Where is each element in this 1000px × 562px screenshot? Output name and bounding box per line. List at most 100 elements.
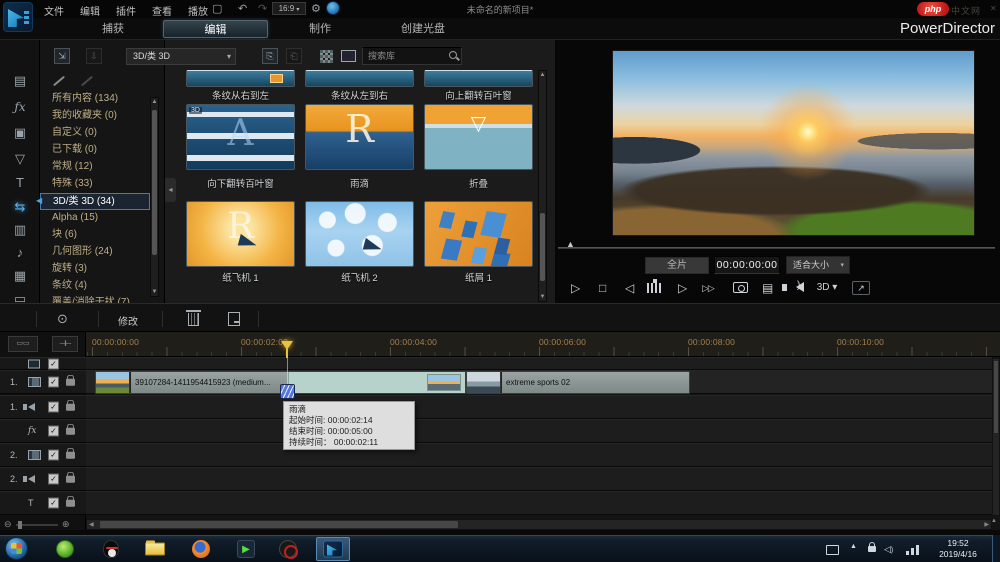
transition-thumb-纸屑 1[interactable] — [424, 201, 533, 267]
zoom-fit-dropdown[interactable]: 适合大小 ▾ — [786, 256, 850, 274]
transition-thumb-雨滴[interactable]: R — [305, 104, 414, 170]
track-enable-checkbox[interactable]: ✓ — [48, 474, 59, 485]
scroll-up-icon[interactable]: ▲ — [991, 518, 997, 524]
select-mode-icon[interactable]: ▢ — [212, 2, 222, 15]
taskbar-app-screen-recorder[interactable] — [271, 537, 305, 561]
transition-thumb-向下翻转百叶窗[interactable]: A3D — [186, 104, 295, 170]
category-3D/类 3D[interactable]: 3D/类 3D (34) — [40, 193, 150, 210]
transition-room-icon[interactable]: ⇆ — [8, 196, 32, 218]
menu-item-1[interactable]: 文件 — [44, 3, 64, 18]
taskbar-app-media-player[interactable]: ▶ — [229, 537, 263, 561]
pen-icon[interactable] — [50, 74, 64, 88]
menu-item-3[interactable]: 插件 — [116, 3, 136, 18]
grid-view-icon[interactable] — [320, 50, 333, 63]
import-file-icon[interactable]: ⎘ — [262, 48, 278, 64]
track-lock-icon[interactable] — [66, 452, 75, 459]
menu-item-2[interactable]: 编辑 — [80, 3, 100, 18]
track-lock-icon[interactable] — [66, 500, 75, 507]
previous-frame-button[interactable]: ◁ — [625, 279, 634, 297]
category-块[interactable]: 块 (6) — [40, 227, 150, 244]
timeline-vscrollbar[interactable] — [992, 358, 1000, 516]
category-所有内容[interactable]: 所有内容 (134) — [40, 91, 150, 108]
collapse-panel-button[interactable]: ◂ — [165, 178, 176, 202]
taskbar-clock[interactable]: 19:52 2019/4/16 — [930, 538, 986, 560]
tray-expand-icon[interactable]: ▲ — [850, 543, 857, 550]
seek-marker-icon[interactable]: ▲ — [566, 239, 575, 249]
zoom-slider-knob[interactable] — [18, 521, 22, 529]
category-scrollbar[interactable]: ▲ ▼ — [150, 97, 159, 297]
scroll-down-icon[interactable]: ▼ — [539, 294, 546, 300]
track-enable-checkbox[interactable]: ✓ — [48, 358, 59, 369]
transition-overlap-region[interactable] — [288, 372, 465, 393]
scroll-right-icon[interactable]: ▶ — [984, 521, 989, 529]
search-input[interactable] — [366, 49, 446, 63]
taskbar-app-firefox[interactable] — [184, 537, 218, 561]
particle-room-icon[interactable]: ▽ — [8, 148, 32, 170]
timeline-clip-2[interactable]: extreme sports 02 — [466, 371, 690, 394]
zoom-out-icon[interactable]: ⊖ — [4, 519, 12, 530]
track-enable-checkbox[interactable]: ✓ — [48, 450, 59, 461]
settings-gear-icon[interactable]: ⚙ — [311, 2, 321, 15]
taskbar-app-browser-360[interactable] — [48, 537, 82, 561]
track-mode-button[interactable]: ▭▭ — [8, 336, 38, 352]
scroll-up-icon[interactable]: ▲ — [151, 99, 158, 105]
taskbar-app-powerdirector[interactable] — [316, 537, 350, 561]
track-lane-title-T[interactable] — [86, 491, 992, 515]
category-Alpha[interactable]: Alpha (15) — [40, 210, 150, 227]
preview-video[interactable] — [612, 50, 975, 236]
security-tray-icon[interactable] — [868, 546, 876, 552]
display-options-icon[interactable] — [341, 50, 356, 62]
tab-编辑[interactable]: 编辑 — [163, 20, 268, 38]
taskbar-app-qq[interactable] — [94, 537, 128, 561]
stop-button[interactable]: □ — [599, 279, 606, 297]
media-viewer-button[interactable]: ▤ — [762, 279, 773, 297]
zoom-slider[interactable] — [16, 524, 58, 526]
snapshot-button[interactable] — [733, 282, 748, 293]
chapter-room-icon[interactable]: ▦ — [8, 265, 32, 287]
track-lane-video-2.[interactable] — [86, 443, 992, 467]
scrollbar-handle[interactable] — [152, 110, 157, 255]
tab-制作[interactable]: 制作 — [275, 20, 365, 38]
track-lane-audio-1.[interactable] — [86, 395, 992, 419]
scrollbar-handle[interactable] — [994, 361, 998, 433]
3d-mode-button[interactable]: 3D ▾ — [814, 279, 840, 297]
network-tray-icon[interactable] — [906, 545, 920, 555]
scrollbar-handle[interactable] — [540, 213, 545, 281]
category-覆盖/消除干扰[interactable]: 覆盖/消除干扰 (7) — [40, 295, 150, 303]
undo-icon[interactable]: ↶ — [238, 2, 247, 15]
category-我的收藏夹[interactable]: 我的收藏夹 (0) — [40, 108, 150, 125]
transition-thumb-折叠[interactable]: ▽ — [424, 104, 533, 170]
jog-control[interactable] — [647, 283, 663, 293]
search-icon[interactable] — [449, 51, 457, 59]
track-manager-icon[interactable]: ⊙ — [57, 311, 68, 327]
preview-timecode[interactable]: 00:00:00:00 — [714, 256, 780, 274]
audio-mixing-room-icon[interactable]: ▥ — [8, 219, 32, 241]
track-lane-audio-2.[interactable] — [86, 467, 992, 491]
track-lock-icon[interactable] — [66, 476, 75, 483]
tab-捕获[interactable]: 捕获 — [68, 20, 158, 38]
scroll-down-icon[interactable]: ▼ — [151, 289, 158, 295]
track-lock-icon[interactable] — [66, 404, 75, 411]
category-已下载[interactable]: 已下载 (0) — [40, 142, 150, 159]
menu-item-4[interactable]: 查看 — [152, 3, 172, 18]
transition-thumb-条纹从左到右[interactable] — [305, 70, 414, 87]
produce-range-icon[interactable] — [228, 312, 240, 326]
movie-mode-tab[interactable]: 全片 — [645, 257, 709, 274]
category-常规[interactable]: 常规 (12) — [40, 159, 150, 176]
volume-tray-icon[interactable]: ◁) — [884, 544, 893, 555]
voiceover-room-icon[interactable]: ♪ — [8, 242, 32, 264]
import-media-icon[interactable]: ⇲ — [54, 48, 70, 64]
fast-forward-button[interactable]: ▷▷ — [702, 279, 714, 297]
transition-thumb-纸飞机 2[interactable] — [305, 201, 414, 267]
track-lock-icon[interactable] — [66, 428, 75, 435]
track-lane-select[interactable] — [86, 357, 992, 370]
volume-button[interactable] — [796, 282, 804, 292]
start-button[interactable] — [5, 537, 28, 560]
ime-tray-icon[interactable] — [826, 545, 839, 555]
menu-item-5[interactable]: 播放 — [188, 3, 208, 18]
media-room-icon[interactable]: ▤ — [8, 70, 32, 92]
library-scrollbar[interactable]: ▲ ▼ — [538, 70, 547, 302]
scrollbar-handle[interactable] — [100, 521, 458, 528]
close-icon[interactable]: ✕ — [990, 4, 997, 13]
aspect-ratio-dropdown[interactable]: 16:9 ▾ — [272, 2, 306, 15]
